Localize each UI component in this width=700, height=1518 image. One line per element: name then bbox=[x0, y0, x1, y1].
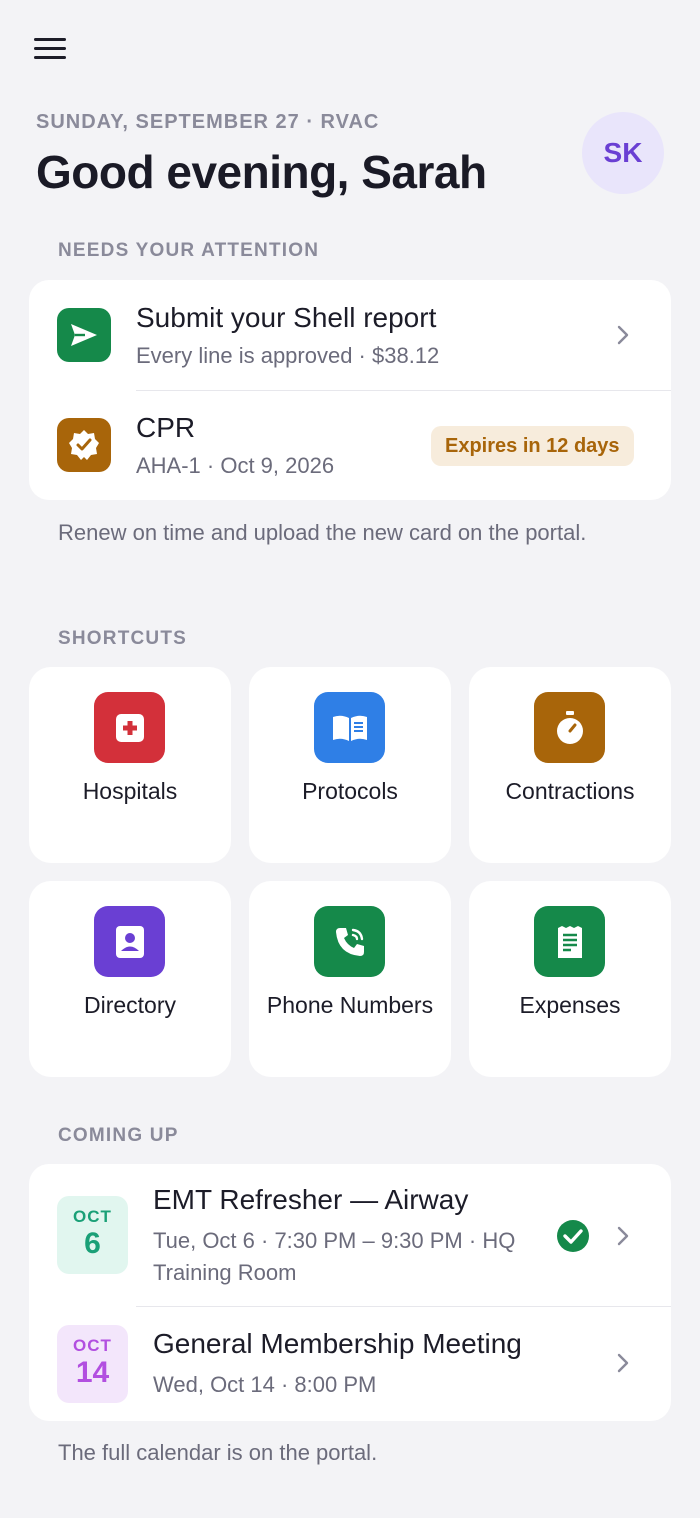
check-circle-icon bbox=[557, 1220, 589, 1252]
event-month: OCT bbox=[73, 1207, 112, 1226]
chevron-right-icon bbox=[617, 1353, 629, 1373]
attention-note: Renew on time and upload the new card on… bbox=[58, 520, 587, 545]
stopwatch-icon bbox=[534, 692, 605, 763]
event-month: OCT bbox=[73, 1336, 112, 1355]
certificate-badge-icon bbox=[57, 418, 111, 472]
date-box: OCT 6 bbox=[57, 1196, 128, 1274]
shortcut-hospitals[interactable]: Hospitals bbox=[29, 667, 231, 863]
shortcut-label: Protocols bbox=[302, 778, 398, 804]
event-title: EMT Refresher — Airway bbox=[153, 1184, 469, 1215]
shortcut-label: Directory bbox=[83, 992, 176, 1018]
event-day: 14 bbox=[75, 1356, 110, 1389]
event-day: 6 bbox=[84, 1227, 101, 1260]
cpr-title: CPR bbox=[136, 412, 196, 443]
chevron-right-icon bbox=[617, 325, 629, 345]
shortcut-expenses[interactable]: Expenses bbox=[469, 881, 671, 1077]
date-box: OCT 14 bbox=[57, 1325, 128, 1403]
contact-card-icon bbox=[94, 906, 165, 977]
event-row[interactable]: OCT 14 General Membership Meeting Wed, O… bbox=[29, 1306, 671, 1421]
shortcut-directory[interactable]: Directory bbox=[29, 881, 231, 1077]
expiry-badge: Expires in 12 days bbox=[431, 426, 634, 466]
section-label-shortcuts: SHORTCUTS bbox=[58, 628, 188, 649]
shortcut-protocols[interactable]: Protocols bbox=[249, 667, 451, 863]
shell-report-row[interactable]: Submit your Shell report Every line is a… bbox=[29, 280, 671, 390]
send-icon bbox=[57, 308, 111, 362]
greeting-heading: Good evening, Sarah bbox=[36, 146, 487, 198]
shortcut-phone-numbers[interactable]: Phone Numbers bbox=[249, 881, 451, 1077]
date-line: SUNDAY, SEPTEMBER 27 · RVAC bbox=[36, 111, 380, 133]
event-subtitle: Wed, Oct 14 · 8:00 PM bbox=[153, 1372, 377, 1397]
section-label-coming-up: COMING UP bbox=[58, 1125, 179, 1146]
hospital-cross-icon bbox=[94, 692, 165, 763]
shell-report-title: Submit your Shell report bbox=[136, 302, 437, 333]
avatar[interactable]: SK bbox=[582, 112, 664, 194]
shortcut-label: Phone Numbers bbox=[266, 992, 434, 1018]
events-card: OCT 6 EMT Refresher — Airway Tue, Oct 6 … bbox=[29, 1164, 671, 1421]
event-title: General Membership Meeting bbox=[153, 1328, 522, 1359]
shell-report-subtitle: Every line is approved · $38.12 bbox=[136, 343, 440, 368]
calendar-note: The full calendar is on the portal. bbox=[58, 1440, 378, 1465]
chevron-right-icon bbox=[617, 1226, 629, 1246]
section-label-attention: NEEDS YOUR ATTENTION bbox=[58, 240, 320, 261]
attention-card: Submit your Shell report Every line is a… bbox=[29, 280, 671, 500]
phone-icon bbox=[314, 906, 385, 977]
hamburger-menu-icon[interactable] bbox=[34, 38, 66, 62]
shortcut-label: Hospitals bbox=[82, 778, 178, 804]
receipt-icon bbox=[534, 906, 605, 977]
cpr-subtitle: AHA-1 · Oct 9, 2026 bbox=[136, 453, 335, 478]
shortcut-label: Expenses bbox=[519, 992, 621, 1018]
event-subtitle: Tue, Oct 6 · 7:30 PM – 9:30 PM · HQ Trai… bbox=[153, 1228, 516, 1285]
shortcut-contractions[interactable]: Contractions bbox=[469, 667, 671, 863]
open-book-icon bbox=[314, 692, 385, 763]
shortcut-label: Contractions bbox=[505, 778, 635, 804]
event-row[interactable]: OCT 6 EMT Refresher — Airway Tue, Oct 6 … bbox=[29, 1164, 671, 1306]
